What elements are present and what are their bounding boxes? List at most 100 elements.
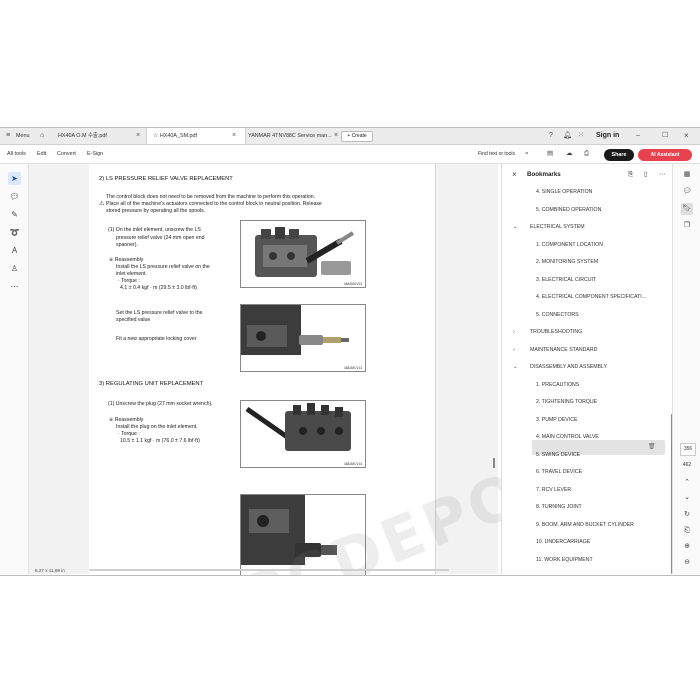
step-text: Fit a new appropriate locking cover xyxy=(116,336,197,342)
notifications-icon[interactable]: 🔔︎ xyxy=(563,128,572,144)
share-button[interactable]: Share xyxy=(604,149,634,161)
relief-valve-illustration xyxy=(241,305,349,355)
bookmarks-title: Bookmarks xyxy=(527,171,561,178)
socket-wrench-illustration xyxy=(245,403,351,451)
rotate-refresh-icon[interactable]: ↻ xyxy=(681,509,693,521)
page-size-label: 8,27 x 11,69 in xyxy=(35,568,65,573)
bookmark-item[interactable]: 2. TIGHTENING TORQUE xyxy=(536,396,654,409)
bookmark-item[interactable]: 5. CONNECTORS xyxy=(536,309,654,322)
bookmark-item[interactable]: 4. SINGLE OPERATION xyxy=(536,186,654,199)
bookmark-item[interactable]: 11. WORK EQUIPMENT xyxy=(536,554,654,567)
close-tab-icon[interactable]: × xyxy=(232,128,236,144)
bookmark-item[interactable]: 3. PUMP DEVICE xyxy=(536,414,654,427)
apps-grid-icon[interactable]: ⁙ xyxy=(578,128,584,144)
section-title-regulating-unit: 3) REGULATING UNIT REPLACEMENT xyxy=(99,381,204,387)
torque-value: 10.5 ± 1.1 kgf · m (76.0 ± 7.6 lbf·ft) xyxy=(120,438,200,444)
pdf-page: 2) LS PRESSURE RELIEF VALVE REPLACEMENT … xyxy=(89,164,700,575)
bookmark-item[interactable]: MAINTENANCE STANDARD xyxy=(530,344,648,357)
copy-pages-icon[interactable]: ❐ xyxy=(681,220,693,232)
more-tools-icon[interactable]: ⋯ xyxy=(8,280,21,293)
bookmark-item[interactable]: DISASSEMBLY AND ASSEMBLY xyxy=(530,361,648,374)
bookmark-item[interactable]: 1. PRECAUTIONS xyxy=(536,379,654,392)
bookmark-item[interactable]: 1. COMPONENT LOCATION xyxy=(536,239,654,252)
zoom-in-icon[interactable]: ⊕ xyxy=(681,541,693,553)
search-icon[interactable]: ⌕ xyxy=(525,145,529,163)
bookmarks-panel: × Bookmarks ⎘ ▯ ⋯ 4. SINGLE OPERATION 5. … xyxy=(501,164,673,574)
zoom-out-icon[interactable]: ⊖ xyxy=(681,557,693,569)
next-page-icon[interactable]: ⌄ xyxy=(681,492,693,504)
print-icon[interactable]: ⎙ xyxy=(584,145,589,163)
step-text: Set the LS pressure relief valve to the xyxy=(116,310,203,316)
add-comment-icon[interactable]: 💬︎ xyxy=(8,190,21,203)
help-icon[interactable]: ? xyxy=(549,128,553,144)
step-text: pressure relief valve (24 mm open end xyxy=(116,235,205,241)
menu-e-sign[interactable]: E-Sign xyxy=(87,145,103,163)
bookmark-item[interactable]: 10. UNDERCARRIAGE xyxy=(536,536,654,549)
document-panel-icon[interactable]: ▦ xyxy=(681,169,693,181)
figure-plug-removal: 48A2MCV14 xyxy=(240,400,366,468)
menu-all-tools[interactable]: All tools xyxy=(7,145,26,163)
highlight-pen-icon[interactable]: ✎ xyxy=(8,208,21,221)
bookmark-item[interactable]: 2. MONITORING SYSTEM xyxy=(536,256,654,269)
star-icon[interactable]: ☆ xyxy=(153,128,158,144)
minimize-icon[interactable]: – xyxy=(636,128,640,144)
bookmark-item[interactable]: ELECTRICAL SYSTEM xyxy=(530,221,648,234)
bookmark-item[interactable]: 5. SWING DEVICE xyxy=(536,449,654,462)
bookmark-item[interactable]: 6. TRAVEL DEVICE xyxy=(536,466,654,479)
chevron-right-icon[interactable]: › xyxy=(513,344,515,357)
torque-label: · Torque : xyxy=(118,431,140,437)
reassembly-label: ※ Reassembly xyxy=(109,417,144,423)
bookmark-item[interactable]: 8. TURNING JOINT xyxy=(536,501,654,514)
menu-button[interactable]: Menu xyxy=(16,128,30,144)
text-box-icon[interactable]: A xyxy=(8,244,21,257)
page-thumbnail-icon[interactable]: ▤ xyxy=(547,145,553,163)
tab-hx40a-sm[interactable]: ☆ HX40A_SM.pdf xyxy=(146,128,246,144)
sign-in-button[interactable]: Sign in xyxy=(596,128,619,144)
upload-cloud-icon[interactable]: ☁ xyxy=(566,145,573,163)
bookmarks-panel-icon[interactable]: 🔖︎ xyxy=(681,203,693,215)
chevron-right-icon[interactable]: › xyxy=(513,326,515,339)
tab-yanmar-manual[interactable]: YANMAR 4TNV88C Service man... xyxy=(244,128,340,144)
close-tab-icon[interactable]: × xyxy=(334,128,338,144)
section-title-ls-valve: 2) LS PRESSURE RELIEF VALVE REPLACEMENT xyxy=(99,176,233,182)
document-viewport[interactable]: 2) LS PRESSURE RELIEF VALVE REPLACEMENT … xyxy=(29,164,700,575)
save-page-icon[interactable]: ⎗ xyxy=(681,525,693,537)
menu-edit[interactable]: Edit xyxy=(37,145,46,163)
bookmark-item[interactable]: 9. BOOM, ARM AND BUCKET CYLINDER xyxy=(536,519,654,532)
create-tab-button[interactable]: + Create xyxy=(341,131,373,142)
draw-freehand-icon[interactable]: ➰ xyxy=(8,226,21,239)
bookmark-item[interactable]: 4. ELECTRICAL COMPONENT SPECIFICATI... xyxy=(536,291,654,304)
intro-text: The control block does not need to be re… xyxy=(106,194,316,200)
close-tab-icon[interactable]: × xyxy=(136,128,140,144)
bookmark-page-icon[interactable]: ▯ xyxy=(644,164,648,186)
panel-resize-handle[interactable] xyxy=(493,458,495,468)
bookmark-item[interactable]: TROUBLESHOOTING xyxy=(530,326,648,339)
chevron-down-icon[interactable]: ⌄ xyxy=(513,221,518,234)
horizontal-scrollbar[interactable] xyxy=(89,569,449,571)
bookmark-item[interactable]: 7. RCV LEVER xyxy=(536,484,654,497)
delete-bookmark-icon[interactable]: 🗑︎ xyxy=(648,441,656,454)
reassembly-text: Install the LS pressure relief valve on … xyxy=(116,264,210,270)
select-cursor-icon[interactable]: ➤ xyxy=(8,172,21,185)
valve-block-illustration xyxy=(255,227,355,277)
chevron-down-icon[interactable]: ⌄ xyxy=(513,361,518,374)
bookmark-item-selected[interactable]: 4. MAIN CONTROL VALVE xyxy=(536,431,654,444)
bookmark-item[interactable]: 5. COMBINED OPERATION xyxy=(536,204,654,217)
ai-assistant-button[interactable]: AI Assistant xyxy=(638,149,692,161)
more-options-icon[interactable]: ⋯ xyxy=(659,164,666,186)
close-window-icon[interactable]: × xyxy=(684,128,689,144)
find-text-or-tools[interactable]: Find text or tools xyxy=(478,145,515,163)
hamburger-icon[interactable]: ≡ xyxy=(6,128,10,144)
warning-icon: ⚠ xyxy=(99,201,105,207)
bookmark-item[interactable]: 3. ELECTRICAL CIRCUIT xyxy=(536,274,654,287)
menu-convert[interactable]: Convert xyxy=(57,145,76,163)
current-page-field[interactable]: 356 xyxy=(680,443,696,456)
close-panel-icon[interactable]: × xyxy=(512,164,517,186)
maximize-icon[interactable]: ☐ xyxy=(662,128,668,144)
home-icon[interactable]: ⌂ xyxy=(40,128,44,144)
previous-page-icon[interactable]: ⌃ xyxy=(681,477,693,489)
stamp-icon[interactable]: ♙ xyxy=(8,262,21,275)
comments-icon[interactable]: 💬︎ xyxy=(681,186,693,198)
add-bookmark-icon[interactable]: ⎘ xyxy=(628,164,633,186)
figure-caption: 48A2MCV14 xyxy=(343,462,362,466)
